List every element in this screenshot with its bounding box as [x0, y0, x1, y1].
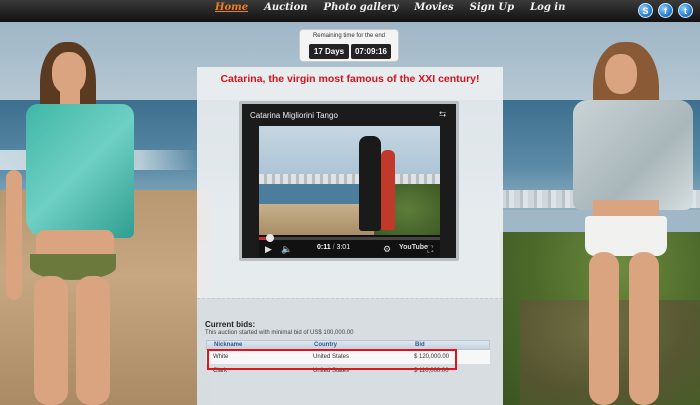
countdown-days: 17 Days	[309, 44, 349, 59]
col-country[interactable]: Country	[314, 342, 337, 348]
nav-home[interactable]: Home	[215, 2, 248, 13]
nav-photo-gallery[interactable]: Photo gallery	[324, 2, 399, 13]
top-bid-highlight	[207, 349, 457, 370]
video-frame[interactable]	[259, 126, 440, 235]
countdown-clock: 07:09:16	[351, 44, 391, 59]
model-left-image	[0, 40, 140, 405]
video-title[interactable]: Catarina Migliorini Tango	[250, 111, 338, 120]
twitter-icon[interactable]: t	[678, 3, 693, 18]
main-nav: Home Auction Photo gallery Movies Sign U…	[215, 2, 565, 13]
youtube-logo[interactable]: YouTube	[399, 244, 428, 251]
countdown-timer: Remaining time for the end 17 Days 07:09…	[299, 29, 399, 62]
page-headline: Catarina, the virgin most famous of the …	[220, 73, 480, 85]
top-navbar: Home Auction Photo gallery Movies Sign U…	[0, 0, 700, 22]
nav-sign-up[interactable]: Sign Up	[470, 2, 514, 13]
col-bid[interactable]: Bid	[415, 342, 425, 348]
volume-icon[interactable]: 🔈	[281, 243, 292, 255]
col-nickname[interactable]: Nickname	[214, 342, 242, 348]
dancer-man	[359, 136, 381, 231]
video-current-time: 0:11	[317, 244, 331, 251]
video-progress-bar[interactable]	[259, 234, 440, 242]
fullscreen-icon[interactable]: ⛶	[427, 243, 433, 255]
dancer-woman	[381, 150, 395, 230]
facebook-icon[interactable]: f	[658, 3, 673, 18]
video-scrubber-handle[interactable]	[266, 234, 275, 242]
nav-movies[interactable]: Movies	[414, 2, 453, 13]
video-duration: 3:01	[336, 244, 351, 251]
video-controls: ▶ 🔈 0:11 / 3:01 ⚙ YouTube ⛶	[259, 234, 440, 257]
countdown-label: Remaining time for the end	[312, 33, 386, 39]
share-icon[interactable]: ⮀	[439, 110, 448, 119]
model-right-image	[555, 40, 700, 405]
settings-gear-icon[interactable]: ⚙	[383, 243, 391, 255]
nav-log-in[interactable]: Log in	[530, 2, 565, 13]
play-icon[interactable]: ▶	[265, 243, 272, 255]
nav-auction[interactable]: Auction	[264, 2, 307, 13]
bids-note: This auction started with minimal bid of…	[205, 330, 354, 336]
video-time: 0:11 / 3:01	[317, 244, 351, 251]
bids-title: Current bids:	[205, 320, 256, 329]
skype-icon[interactable]: S	[638, 3, 653, 18]
video-player[interactable]: Catarina Migliorini Tango ⮀ ▶ 🔈 0:11 / 3…	[239, 101, 459, 261]
